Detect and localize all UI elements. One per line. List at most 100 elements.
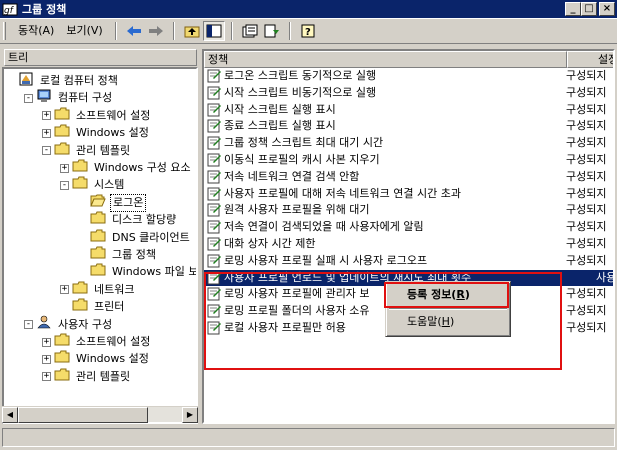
tree-item[interactable]: 로그온 bbox=[78, 193, 147, 212]
tree-item[interactable]: 그룹 정책 bbox=[78, 246, 158, 264]
expand-icon[interactable]: + bbox=[42, 128, 51, 138]
close-button[interactable]: × bbox=[599, 2, 615, 16]
collapse-icon[interactable]: - bbox=[60, 180, 69, 190]
collapse-icon[interactable]: - bbox=[42, 146, 51, 156]
expand-icon[interactable]: + bbox=[42, 111, 51, 121]
forward-icon[interactable] bbox=[145, 21, 167, 41]
tree-item[interactable]: - 관리 템플릿 bbox=[42, 142, 132, 159]
context-menu-help[interactable]: 도움말(H) bbox=[389, 313, 507, 331]
tree-item[interactable]: 로컬 컴퓨터 정책 bbox=[6, 72, 120, 91]
help-label: 도움말(H) bbox=[407, 315, 455, 328]
tree-item-label: Windows 설정 bbox=[76, 126, 149, 140]
maximize-button[interactable]: □ bbox=[581, 2, 597, 16]
tree-item-label: 로컬 컴퓨터 정책 bbox=[40, 74, 118, 87]
policy-row[interactable]: 시작 스크립트 실행 표시 구성되지 bbox=[204, 102, 613, 118]
policy-state: 구성되지 bbox=[566, 220, 607, 234]
tree-item-label: Windows 파일 보 bbox=[112, 265, 198, 279]
policy-name: 원격 사용자 프로필을 위해 대기 bbox=[224, 203, 370, 217]
tree-item-label: 관리 템플릿 bbox=[76, 143, 131, 157]
group-policy-app-icon: gf bbox=[2, 2, 18, 16]
tree-item-label: 네트워크 bbox=[94, 282, 135, 296]
scroll-left-icon[interactable]: ◀ bbox=[2, 407, 18, 423]
tree-item[interactable]: 프린터 bbox=[60, 298, 126, 316]
policy-row[interactable]: 대화 상자 시간 제한 구성되지 bbox=[204, 236, 613, 252]
folder-icon bbox=[54, 350, 70, 368]
folder-icon bbox=[90, 211, 106, 229]
group-policy-window: gf 그룹 정책 _ □ × 동작(A) 보기(V) ? 트리 로컬 컴퓨터 정… bbox=[0, 0, 617, 450]
tree-item[interactable]: + 관리 템플릿 bbox=[42, 368, 132, 386]
folder-icon bbox=[54, 368, 70, 386]
policy-row[interactable]: 원격 사용자 프로필을 위해 대기 구성되지 bbox=[204, 202, 613, 218]
column-header-state[interactable]: 설정 bbox=[567, 51, 613, 68]
folder-icon bbox=[72, 298, 88, 316]
scroll-right-icon[interactable]: ▶ bbox=[182, 407, 198, 423]
context-menu-separator bbox=[389, 308, 507, 310]
policy-icon bbox=[18, 72, 34, 91]
folder-icon bbox=[90, 246, 106, 264]
tree-tab[interactable]: 트리 bbox=[4, 49, 197, 66]
back-icon[interactable] bbox=[123, 21, 145, 41]
tree-item[interactable]: - 시스템 bbox=[60, 176, 126, 194]
folder-icon bbox=[72, 159, 88, 177]
expand-icon[interactable]: + bbox=[42, 372, 51, 382]
policy-row[interactable]: 로밍 사용자 프로필 실패 시 사용자 로그오프 구성되지 bbox=[204, 253, 613, 269]
expand-icon[interactable]: + bbox=[42, 354, 51, 364]
folder-icon bbox=[72, 176, 88, 194]
policy-row[interactable]: 저속 네트워크 연결 검색 안함 구성되지 bbox=[204, 169, 613, 185]
policy-row[interactable]: 로그온 스크립트 동기적으로 실행 구성되지 bbox=[204, 68, 613, 84]
tree-item[interactable]: + 소프트웨어 설정 bbox=[42, 107, 152, 124]
policy-state: 구성되지 bbox=[566, 287, 607, 301]
policy-row[interactable]: 이동식 프로필의 캐시 사본 지우기 구성되지 bbox=[204, 152, 613, 168]
minimize-button[interactable]: _ bbox=[565, 2, 581, 16]
tree-item[interactable]: 디스크 할당량 bbox=[78, 211, 178, 229]
help-icon[interactable]: ? bbox=[297, 21, 319, 41]
policy-row[interactable]: 저속 연결이 검색되었을 때 사용자에게 알림 구성되지 bbox=[204, 219, 613, 235]
tree-panel[interactable]: 로컬 컴퓨터 정책 - 컴퓨터 구성 + 소프트웨어 설정 + Windows 설정 - 관리 … bbox=[2, 67, 198, 424]
tree-item[interactable]: + Windows 설정 bbox=[42, 124, 151, 141]
column-header-policy[interactable]: 정책 bbox=[204, 51, 567, 68]
export-list-icon[interactable] bbox=[261, 21, 283, 41]
tree-item[interactable]: DNS 클라이언트 bbox=[78, 229, 192, 246]
tree-item-label: 디스크 할당량 bbox=[112, 213, 177, 227]
tree-item[interactable]: + Windows 설정 bbox=[42, 350, 151, 368]
tree-item-label: 사용자 구성 bbox=[58, 317, 113, 331]
scroll-thumb[interactable] bbox=[18, 407, 148, 423]
policy-row[interactable]: 종료 스크립트 실행 표시 구성되지 bbox=[204, 118, 613, 134]
tree-item[interactable]: + 네트워크 bbox=[60, 281, 136, 298]
tree-item[interactable]: - 컴퓨터 구성 bbox=[24, 89, 114, 106]
menu-view[interactable]: 보기(V) bbox=[60, 22, 108, 40]
policy-state: 구성되지 bbox=[566, 203, 607, 217]
policy-state: 구성되지 bbox=[566, 237, 607, 250]
properties-icon[interactable] bbox=[239, 21, 261, 41]
folder-icon bbox=[90, 263, 106, 281]
title-bar[interactable]: gf 그룹 정책 _ □ × bbox=[0, 0, 617, 18]
show-hide-tree-icon[interactable] bbox=[202, 21, 225, 41]
policy-state: 구성되지 bbox=[566, 136, 607, 150]
up-folder-icon[interactable] bbox=[181, 21, 203, 41]
tree-item[interactable]: + 소프트웨어 설정 bbox=[42, 333, 152, 351]
policy-row[interactable]: 그룹 정책 스크립트 최대 대기 시간 구성되지 bbox=[204, 135, 613, 151]
tree-item[interactable]: + Windows 구성 요소 bbox=[60, 159, 193, 177]
expand-icon[interactable]: + bbox=[60, 163, 69, 173]
tree-item[interactable]: Windows 파일 보 bbox=[78, 263, 198, 281]
expand-icon[interactable]: + bbox=[42, 337, 51, 347]
toolbar: 동작(A) 보기(V) ? bbox=[0, 18, 617, 44]
folder-icon bbox=[54, 333, 70, 351]
collapse-icon[interactable]: - bbox=[24, 320, 33, 330]
tree-item[interactable]: - 사용자 구성 bbox=[24, 315, 114, 333]
collapse-icon[interactable]: - bbox=[24, 93, 33, 103]
menu-action[interactable]: 동작(A) bbox=[12, 22, 60, 40]
window-title: 그룹 정책 bbox=[22, 3, 67, 16]
expand-icon[interactable]: + bbox=[60, 285, 69, 295]
policy-name: 이동식 프로필의 캐시 사본 지우기 bbox=[224, 153, 380, 166]
policy-name: 로밍 사용자 프로필 실패 시 사용자 로그오프 bbox=[224, 253, 428, 267]
policy-state: 구성되지 bbox=[566, 153, 607, 166]
policy-name: 저속 연결이 검색되었을 때 사용자에게 알림 bbox=[224, 220, 424, 234]
policy-row[interactable]: 시작 스크립트 비동기적으로 실행 구성되지 bbox=[204, 85, 613, 101]
svg-text:?: ? bbox=[305, 27, 311, 38]
tree-horizontal-scrollbar[interactable]: ◀ ▶ bbox=[2, 406, 198, 423]
toolbar-grip[interactable] bbox=[3, 22, 6, 40]
status-bar bbox=[2, 428, 615, 447]
policy-row[interactable]: 사용자 프로필에 대해 저속 네트워크 연결 시간 초과 구성되지 bbox=[204, 186, 613, 202]
toolbar-separator bbox=[288, 22, 291, 40]
